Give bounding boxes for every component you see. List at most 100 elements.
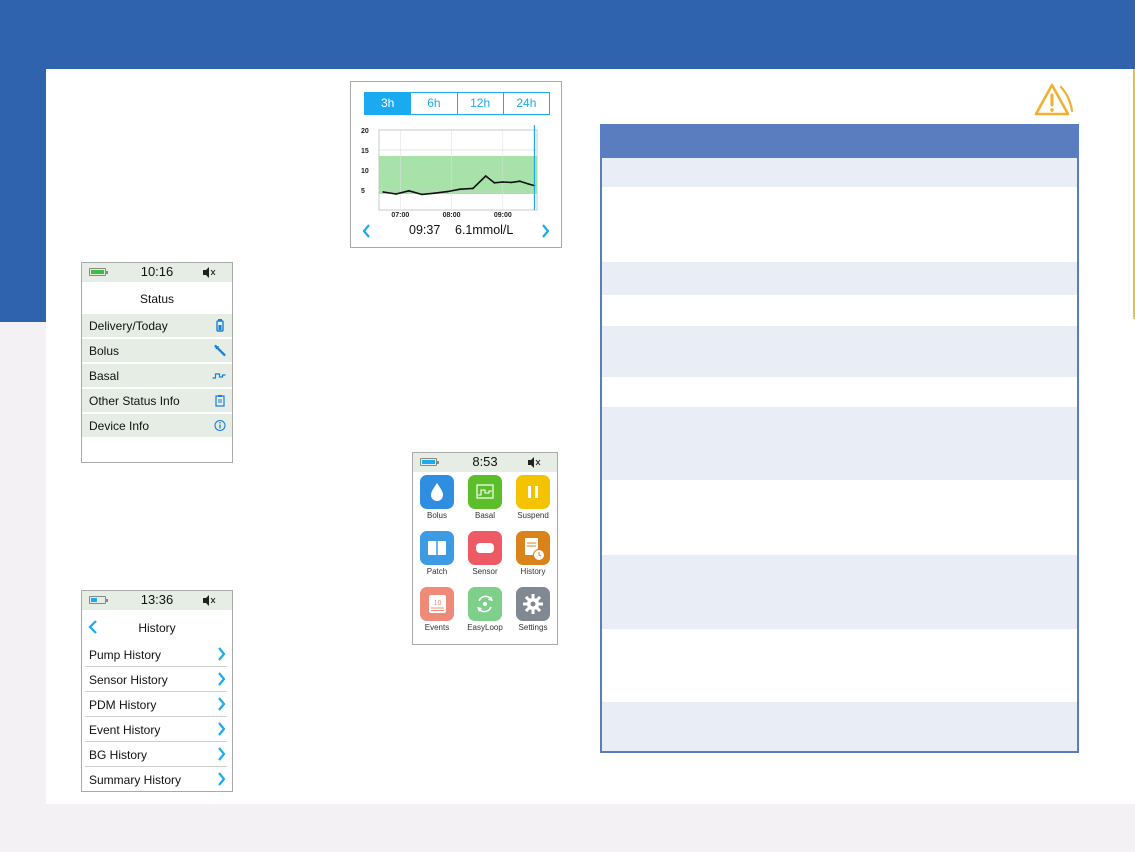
basal-wave-icon (212, 373, 226, 379)
vial-icon (216, 319, 224, 332)
chevron-right-icon[interactable] (541, 224, 550, 238)
tab-6h[interactable]: 6h (411, 93, 458, 114)
chevron-right-icon (218, 747, 226, 761)
history-item-label: BG History (89, 748, 148, 762)
status-item-basal[interactable]: Basal (82, 364, 232, 388)
chevron-left-icon[interactable] (362, 224, 371, 238)
tab-3h[interactable]: 3h (365, 93, 412, 114)
tab-12h[interactable]: 12h (458, 93, 504, 114)
status-screen: 10:16 Status Delivery/Today Bolus Basal … (81, 262, 233, 463)
info-table (600, 124, 1079, 753)
glucose-point (519, 180, 521, 183)
history-item[interactable]: BG History (85, 742, 227, 767)
history-item[interactable]: Event History (85, 717, 227, 742)
table-row (602, 555, 1077, 629)
app-bolus[interactable]: Bolus (413, 475, 461, 520)
time-range-tabs: 3h 6h 12h 24h (364, 92, 550, 115)
status-item-delivery-today[interactable]: Delivery/Today (82, 314, 232, 338)
status-item-label: Device Info (89, 419, 150, 433)
history-item-label: Pump History (89, 648, 162, 662)
app-patch[interactable]: Patch (413, 531, 461, 576)
history-item[interactable]: Summary History (85, 767, 227, 791)
table-row (602, 377, 1077, 407)
app-label: Settings (518, 623, 548, 632)
glucose-point (472, 187, 474, 190)
table-row (602, 158, 1077, 187)
tab-24h[interactable]: 24h (504, 93, 549, 114)
sensor-icon (468, 531, 502, 565)
basal-chart-icon (468, 475, 502, 509)
history-item-label: Summary History (89, 773, 182, 787)
history-item[interactable]: Sensor History (85, 667, 227, 692)
screen-title: Status (139, 292, 175, 306)
cgm-footer: 09:37 6.1mmol/L (351, 223, 561, 243)
glucose-point (510, 181, 513, 184)
glucose-point (493, 181, 496, 184)
info-icon (214, 419, 226, 432)
warning-icon (1034, 83, 1074, 116)
table-row (602, 407, 1077, 480)
chevron-right-icon (218, 772, 226, 786)
y-tick-label: 20 (361, 128, 369, 135)
history-screen: 13:36 History Pump History Sensor History… (81, 590, 233, 792)
app-label: Bolus (426, 511, 447, 520)
table-row (602, 629, 1077, 702)
app-easyloop[interactable]: EasyLoop (461, 587, 509, 632)
speaker-muted-icon (528, 457, 541, 468)
glucose-point (501, 181, 504, 183)
chevron-right-icon (218, 697, 226, 711)
table-header (602, 126, 1077, 158)
status-item-device-info[interactable]: Device Info (82, 414, 232, 438)
drop-icon (420, 475, 454, 509)
x-tick-label: 08:00 (443, 212, 461, 219)
glucose-point (382, 191, 385, 193)
x-tick-label: 07:00 (391, 212, 409, 219)
history-icon (516, 531, 550, 565)
glucose-point (407, 189, 410, 192)
clipboard-icon (215, 395, 225, 407)
cgm-time: 09:37 (409, 223, 441, 237)
app-sensor[interactable]: Sensor (461, 531, 509, 576)
history-item-label: PDM History (89, 698, 157, 712)
chevron-right-icon (218, 647, 226, 661)
status-item-label: Other Status Info (89, 394, 180, 408)
app-suspend[interactable]: Suspend (509, 475, 557, 520)
status-item-label: Basal (89, 369, 120, 383)
x-tick-label: 09:00 (494, 212, 512, 219)
screen-title: History (138, 621, 176, 635)
status-item-label: Bolus (89, 344, 120, 358)
app-history[interactable]: History (509, 531, 557, 576)
table-row (602, 295, 1077, 326)
svg-text:10: 10 (434, 600, 442, 607)
y-tick-label: 10 (361, 168, 369, 175)
history-item[interactable]: PDM History (85, 692, 227, 717)
table-row (602, 326, 1077, 377)
chevron-right-icon (218, 672, 226, 686)
speaker-muted-icon (203, 595, 216, 606)
table-row (602, 480, 1077, 555)
status-item-bolus[interactable]: Bolus (82, 339, 232, 363)
table-row (602, 702, 1077, 751)
glucose-point (395, 193, 397, 195)
patch-icon (420, 531, 454, 565)
app-label: History (520, 567, 546, 576)
cgm-chart-screen: 3h 6h 12h 24h 20 15 10 5 07:00 08:00 09:00 09:… (350, 81, 562, 248)
table-row (602, 262, 1077, 295)
app-settings[interactable]: Settings (509, 587, 557, 632)
syringe-icon (214, 344, 226, 357)
loop-icon (468, 587, 502, 621)
history-item[interactable]: Pump History (85, 642, 227, 667)
app-events[interactable]: 10 Events (413, 587, 461, 632)
app-label: Patch (426, 567, 448, 576)
history-item-label: Event History (89, 723, 161, 737)
cgm-glucose-value: 6.1mmol/L (455, 223, 514, 237)
app-label: EasyLoop (467, 623, 503, 632)
chevron-right-icon (218, 722, 226, 736)
glucose-point (484, 175, 487, 177)
glucose-point (446, 190, 449, 193)
glucose-chart: 20 15 10 5 07:00 08:00 09:00 (361, 125, 538, 219)
status-item-other-status-info[interactable]: Other Status Info (82, 389, 232, 413)
glucose-point (420, 193, 423, 196)
status-bar: 13:36 (82, 591, 232, 610)
app-basal[interactable]: Basal (461, 475, 509, 520)
